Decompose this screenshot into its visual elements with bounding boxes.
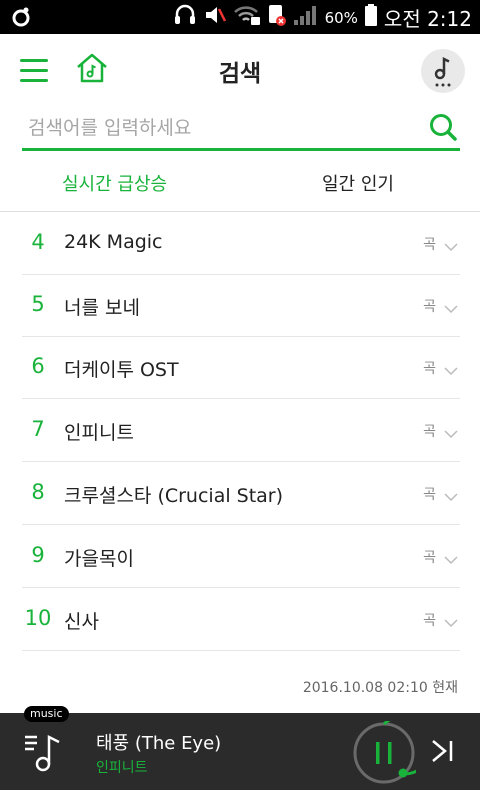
playlist-icon[interactable]	[24, 731, 64, 773]
my-music-button[interactable]	[421, 49, 465, 93]
list-item[interactable]: 4 24K Magic 곡	[22, 212, 460, 275]
search-bar	[22, 108, 460, 151]
search-input[interactable]	[26, 112, 420, 144]
list-item[interactable]: 8 크루셜스타 (Crucial Star) 곡	[22, 462, 460, 525]
list-item[interactable]: 10 신사 곡	[22, 588, 460, 651]
wifi-locked-icon	[233, 3, 261, 32]
search-icon[interactable]	[428, 112, 458, 142]
chevron-down-icon[interactable]	[444, 550, 458, 565]
keyword-label: 크루셜스타 (Crucial Star)	[64, 485, 284, 507]
keyword-label: 더케이투 OST	[64, 359, 179, 381]
update-timestamp: 2016.10.08 02:10 현재	[302, 680, 458, 696]
rank-number: 5	[31, 292, 45, 316]
next-track-icon[interactable]	[428, 738, 458, 764]
rank-number: 4	[31, 230, 45, 254]
music-badge: music	[24, 706, 69, 722]
battery-percent: 60%	[324, 8, 358, 27]
type-label: 곡	[423, 299, 436, 315]
mute-icon	[203, 3, 227, 32]
keyword-label: 너를 보네	[64, 297, 140, 319]
rank-number: 10	[24, 606, 52, 630]
chevron-down-icon[interactable]	[444, 361, 458, 376]
list-item[interactable]: 7 인피니트 곡	[22, 399, 460, 462]
list-item[interactable]: 5 너를 보네 곡	[22, 274, 460, 337]
rank-number: 9	[31, 543, 45, 567]
rank-number: 6	[31, 354, 45, 378]
keyword-label: 인피니트	[64, 422, 134, 444]
rank-number: 8	[31, 480, 45, 504]
now-playing-title: 태풍 (The Eye)	[96, 733, 222, 754]
type-label: 곡	[423, 550, 436, 566]
type-label: 곡	[423, 613, 436, 629]
status-bar: 60% 오전 2:12	[0, 0, 480, 34]
type-label: 곡	[423, 487, 436, 503]
mini-player[interactable]: music 태풍 (The Eye) 인피니트	[0, 706, 480, 790]
tab-realtime-rising[interactable]: 실시간 급상승	[62, 170, 167, 196]
battery-icon	[364, 3, 378, 32]
type-label: 곡	[423, 237, 436, 253]
tab-daily-popular[interactable]: 일간 인기	[322, 170, 394, 196]
chart-tabs: 실시간 급상승 일간 인기	[0, 162, 480, 208]
sim-error-icon	[267, 3, 287, 32]
signal-icon	[293, 4, 319, 31]
rank-number: 7	[31, 417, 45, 441]
chevron-down-icon[interactable]	[444, 237, 458, 252]
type-label: 곡	[423, 424, 436, 440]
page-title: 검색	[218, 61, 262, 87]
app-notification-icon	[10, 6, 32, 32]
chevron-down-icon[interactable]	[444, 613, 458, 628]
chevron-down-icon[interactable]	[444, 487, 458, 502]
top-bar: 검색	[0, 34, 480, 106]
type-label: 곡	[423, 361, 436, 377]
clock: 오전 2:12	[383, 7, 472, 31]
chevron-down-icon[interactable]	[444, 424, 458, 439]
now-playing-artist: 인피니트	[96, 760, 148, 776]
list-item[interactable]: 6 더케이투 OST 곡	[22, 336, 460, 399]
list-item[interactable]: 9 가을목이 곡	[22, 525, 460, 588]
pause-button[interactable]	[352, 714, 435, 785]
keyword-label: 가을목이	[64, 548, 134, 570]
headset-icon	[173, 3, 197, 32]
keyword-label: 신사	[64, 611, 99, 633]
chevron-down-icon[interactable]	[444, 299, 458, 314]
keyword-label: 24K Magic	[64, 231, 163, 253]
